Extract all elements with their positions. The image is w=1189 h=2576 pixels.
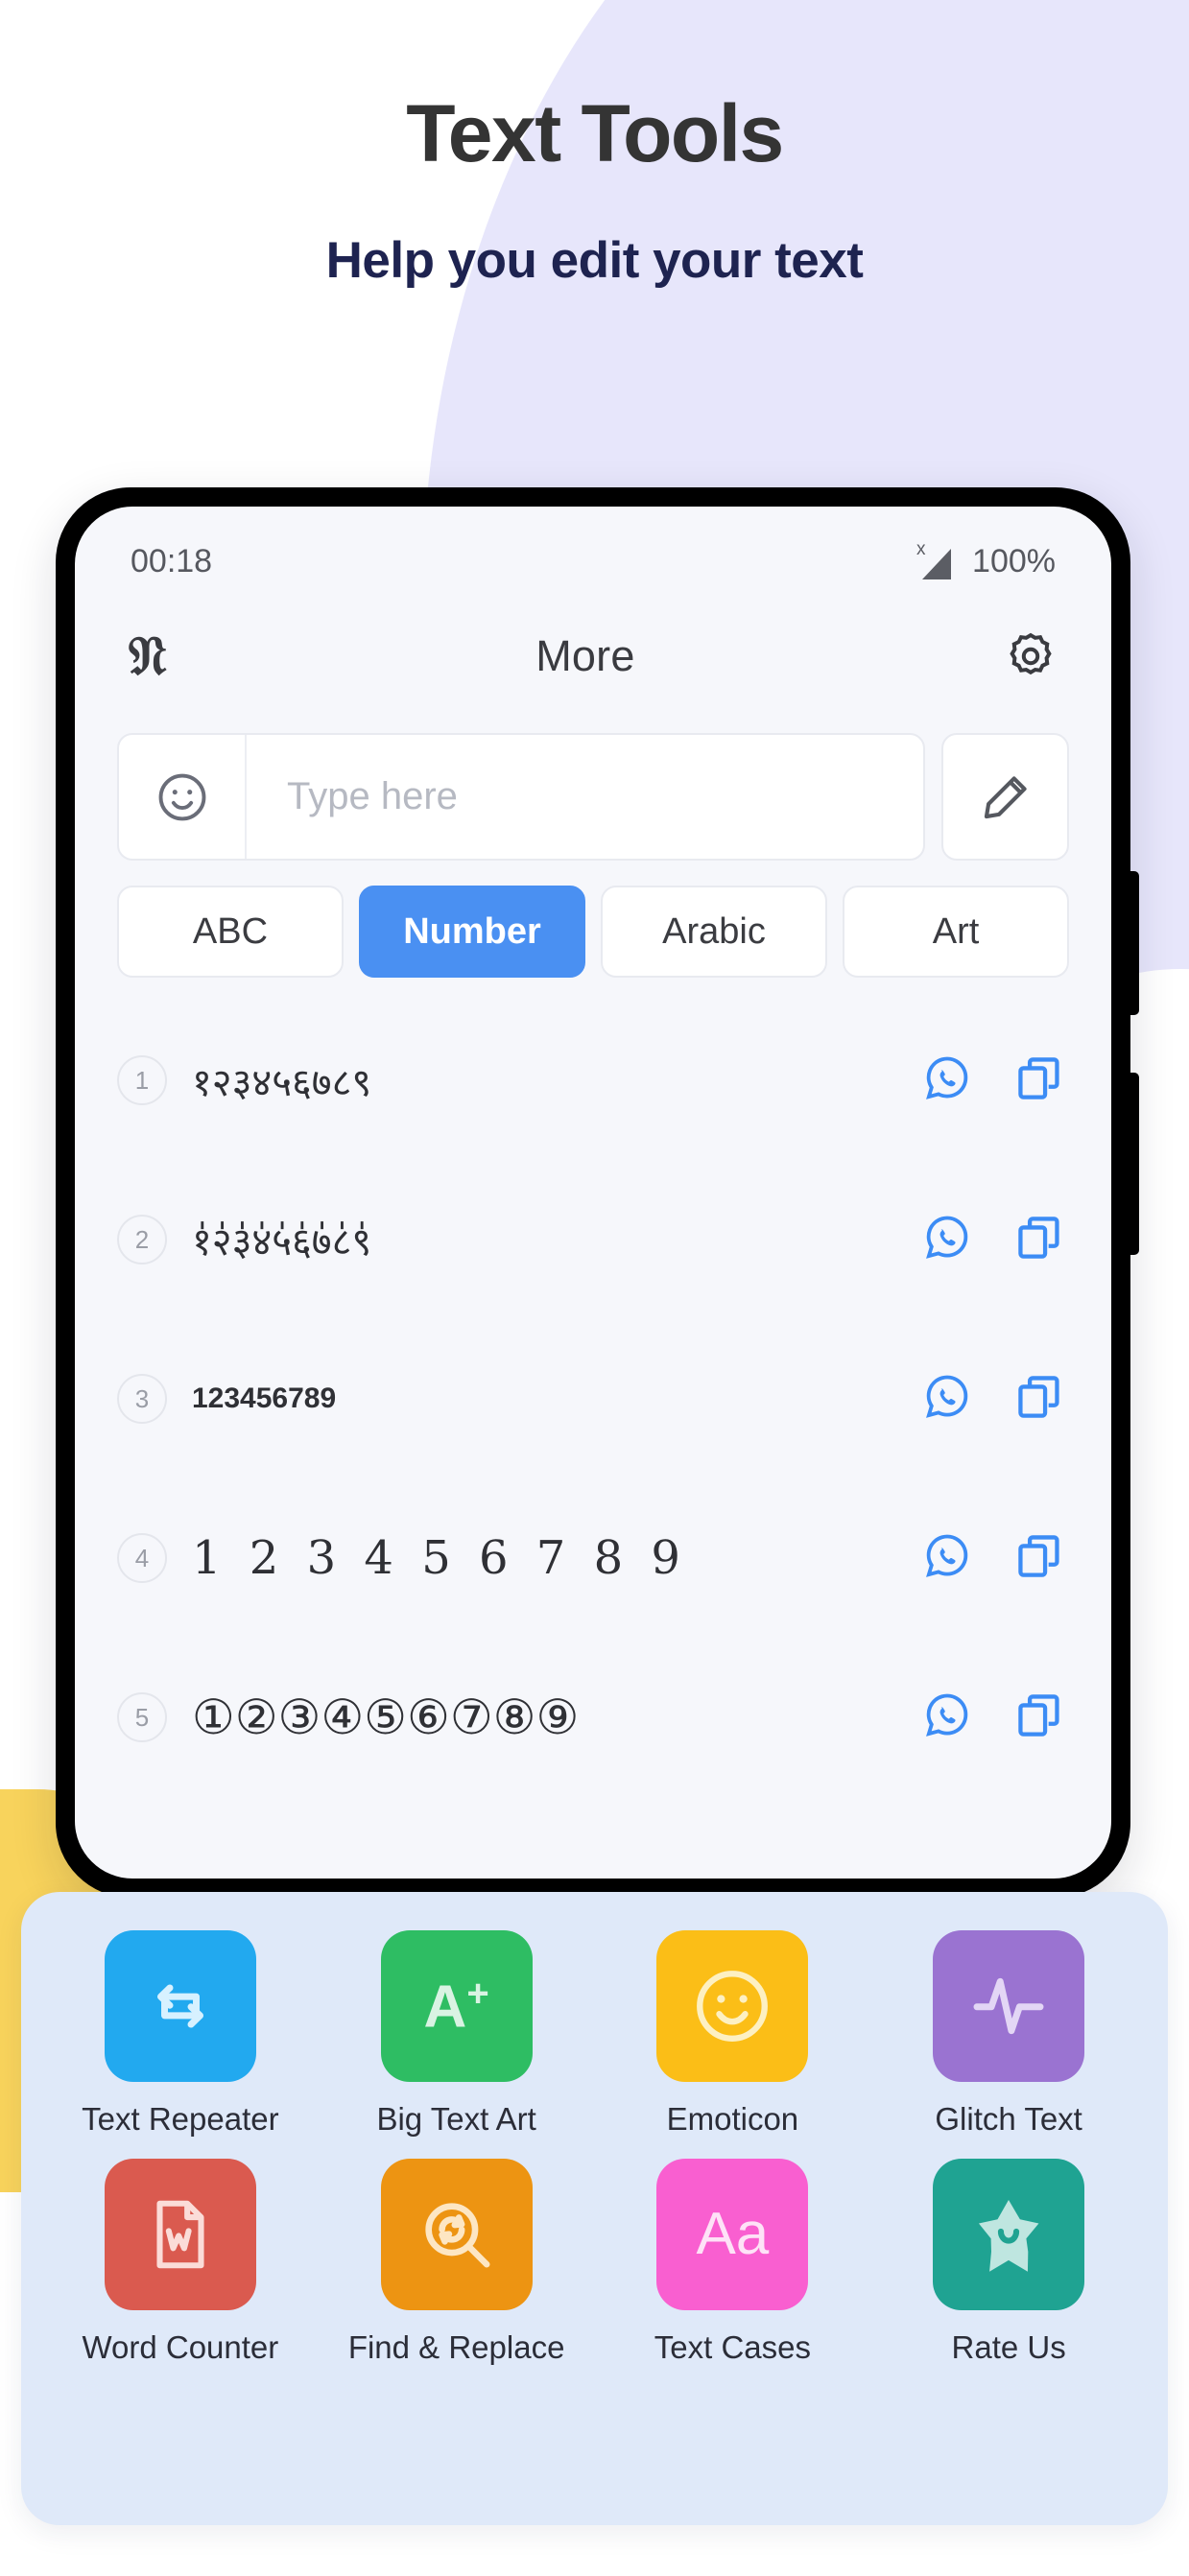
table-row[interactable]: 2 १॑२॑३॑४॑५॑६॑७॑८॑९॑ [75,1160,1111,1319]
tool-big-text-art[interactable]: A+ Big Text Art [319,1930,595,2138]
smiley-face-icon[interactable] [119,735,247,859]
page-title: More [535,631,635,680]
fraktur-f-logo-icon[interactable]: 𝔑 [129,629,167,683]
search-replace-icon [380,2159,533,2310]
pencil-icon[interactable] [941,733,1069,861]
row-actions [921,1690,1065,1746]
app-bar: 𝔑 More [75,595,1111,700]
table-row[interactable]: 1 १२३४५६७८९ [75,1001,1111,1160]
a-plus-glyph: A+ [423,1973,489,2041]
battery-percentage: 100% [972,542,1056,579]
tool-glitch-text[interactable]: Glitch Text [870,1930,1147,2138]
tool-word-counter[interactable]: Word Counter [42,2159,319,2366]
row-index: 3 [117,1374,167,1424]
tool-emoticon[interactable]: Emoticon [595,1930,871,2138]
text-input-row: Type here [75,700,1111,861]
tool-label: Word Counter [82,2329,279,2365]
copy-icon[interactable] [1013,1690,1065,1746]
tool-label: Find & Replace [347,2329,565,2365]
promo-screenshot: Text Tools Help you edit your text 00:18… [0,0,1189,2576]
status-bar: 00:18 x 100% [75,507,1111,595]
volume-up-button[interactable] [1128,871,1139,1015]
tool-label: Big Text Art [376,2101,536,2137]
gear-icon[interactable] [1004,629,1058,683]
row-index: 5 [117,1692,167,1742]
copy-icon[interactable] [1013,1530,1065,1587]
table-row[interactable]: 5 ①②③④⑤⑥⑦⑧⑨ [75,1638,1111,1797]
table-row[interactable]: 4 1 2 3 4 5 6 7 8 9 [75,1478,1111,1638]
table-row[interactable]: 3 123456789 [75,1319,1111,1478]
tool-label: Rate Us [951,2329,1066,2365]
result-list: 1 १२३४५६७८९ 2 १॑२॑३॑४॑५॑६॑७॑८॑९॑ 3 12345… [75,978,1111,1797]
phone-screen: 00:18 x 100% 𝔑 More Type here ABC Number… [75,507,1111,1879]
word-document-icon [104,2159,256,2310]
tool-label: Text Cases [654,2329,811,2365]
letter-case-icon: Aa [656,2159,809,2310]
row-text: १२३४५६७८९ [192,1060,372,1105]
tab-art[interactable]: Art [843,886,1069,978]
tool-find-replace[interactable]: Find & Replace [319,2159,595,2366]
row-actions [921,1212,1065,1268]
signal-triangle [922,549,952,579]
row-index: 4 [117,1533,167,1583]
promo-headline: Text Tools [406,88,784,178]
smiley-face-icon [656,1930,809,2082]
tab-number[interactable]: Number [359,886,585,978]
status-time: 00:18 [131,542,213,579]
row-index: 2 [117,1215,167,1264]
repeat-arrows-icon [104,1930,256,2082]
row-index: 1 [117,1055,167,1105]
row-text: १॑२॑३॑४॑५॑६॑७॑८॑९॑ [192,1219,372,1264]
whatsapp-share-icon[interactable] [921,1530,973,1587]
tool-rate-us[interactable]: Rate Us [870,2159,1147,2366]
tool-label: Text Repeater [82,2101,279,2137]
copy-icon[interactable] [1013,1052,1065,1109]
row-actions [921,1052,1065,1109]
promo-subheadline: Help you edit your text [325,232,864,290]
tools-grid: Text Repeater A+ Big Text Art Emoticon G… [42,1930,1147,2366]
star-ribbon-icon [933,2159,1085,2310]
tab-arabic[interactable]: Arabic [601,886,827,978]
whatsapp-share-icon[interactable] [921,1052,973,1109]
row-actions [921,1530,1065,1587]
signal-bars-icon: x [916,539,957,579]
text-input-container[interactable]: Type here [117,733,925,861]
copy-icon[interactable] [1013,1212,1065,1268]
phone-mockup: 00:18 x 100% 𝔑 More Type here ABC Number… [56,487,1139,1898]
tool-text-repeater[interactable]: Text Repeater [42,1930,319,2138]
search-input[interactable]: Type here [247,775,458,818]
row-text: ①②③④⑤⑥⑦⑧⑨ [192,1690,580,1745]
row-text: 1 2 3 4 5 6 7 8 9 [192,1531,687,1585]
tab-abc[interactable]: ABC [117,886,344,978]
status-right-cluster: x 100% [916,539,1056,580]
whatsapp-share-icon[interactable] [921,1371,973,1428]
row-actions [921,1371,1065,1428]
whatsapp-share-icon[interactable] [921,1212,973,1268]
tools-panel: Text Repeater A+ Big Text Art Emoticon G… [21,1892,1168,2525]
tool-text-cases[interactable]: Aa Text Cases [595,2159,871,2366]
power-button[interactable] [1128,1073,1139,1255]
row-text: 123456789 [192,1383,337,1414]
waveform-icon [933,1930,1085,2082]
category-tabs: ABC Number Arabic Art [75,861,1111,978]
aa-glyph: Aa [696,2201,770,2267]
a-plus-icon: A+ [380,1930,533,2082]
copy-icon[interactable] [1013,1371,1065,1428]
promo-text-block: Text Tools Help you edit your text [0,0,1189,290]
whatsapp-share-icon[interactable] [921,1690,973,1746]
tool-label: Glitch Text [935,2101,1082,2137]
tool-label: Emoticon [666,2101,799,2137]
